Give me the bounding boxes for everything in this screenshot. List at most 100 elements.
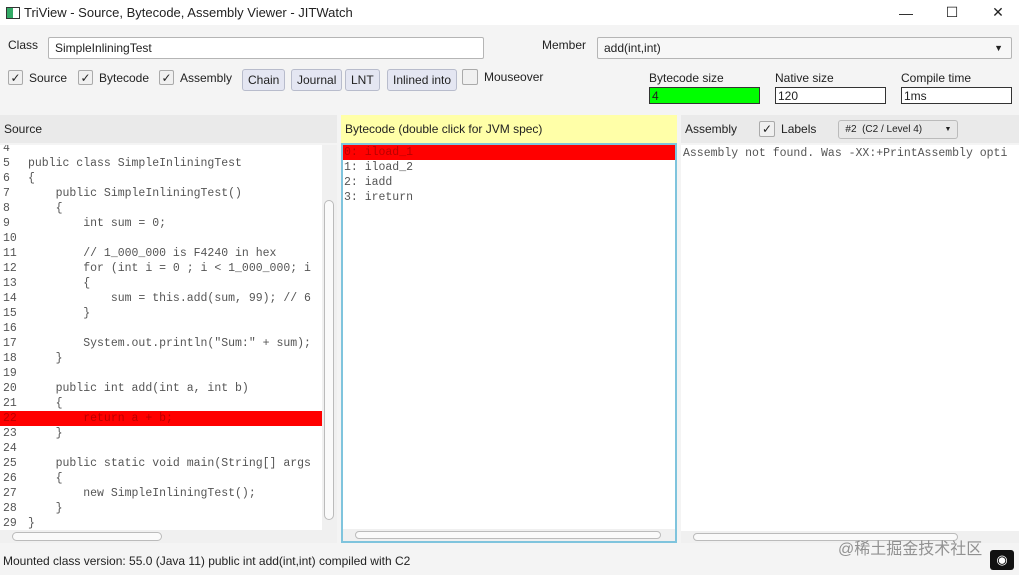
bytecode-instruction[interactable]: 2: iadd [343,175,675,190]
line-text: } [28,352,63,365]
chevron-down-icon: ▼ [994,43,1003,53]
source-line[interactable]: 27 new SimpleInliningTest(); [0,486,322,501]
checkbox-check-icon[interactable]: ✓ [159,70,174,85]
source-line[interactable]: 19 [0,366,322,381]
assembly-toggle[interactable]: ✓ Assembly [159,70,232,85]
assembly-pane[interactable]: Assembly not found. Was -XX:+PrintAssemb… [681,145,1019,543]
source-vertical-scrollbar[interactable] [322,145,337,530]
line-text: public class SimpleInliningTest [28,157,242,170]
source-line[interactable]: 25 public static void main(String[] args [0,456,322,471]
checkbox-icon[interactable] [462,69,478,85]
line-number: 19 [3,367,17,380]
compilation-value: #2 (C2 / Level 4) [845,123,923,135]
source-line[interactable]: 6{ [0,171,322,186]
source-line[interactable]: 17 System.out.println("Sum:" + sum); [0,336,322,351]
maximize-button[interactable]: ☐ [929,0,975,25]
line-number: 25 [3,457,17,470]
source-line[interactable]: 21 { [0,396,322,411]
line-text: sum = this.add(sum, 99); // 6 [28,292,311,305]
inlined-into-button[interactable]: Inlined into [387,69,458,91]
bytecode-pane[interactable]: 0: iload_1 1: iload_2 2: iadd 3: ireturn [341,143,677,543]
assembly-header: Assembly ✓ Labels #2 (C2 / Level 4) ▼ [681,115,1019,143]
line-text: public SimpleInliningTest() [28,187,242,200]
scrollbar-thumb[interactable] [12,532,162,541]
source-line[interactable]: 10 [0,231,322,246]
line-number: 17 [3,337,17,350]
line-number: 18 [3,352,17,365]
labels-checkbox[interactable]: ✓ [759,121,776,137]
source-line[interactable]: 12 for (int i = 0 ; i < 1_000_000; i [0,261,322,276]
source-line[interactable]: 22 return a + b; [0,411,322,426]
bytecode-horizontal-scrollbar[interactable] [343,529,675,541]
source-line[interactable]: 14 sum = this.add(sum, 99); // 6 [0,291,322,306]
source-line[interactable]: 20 public int add(int a, int b) [0,381,322,396]
bytecode-instruction[interactable]: 0: iload_1 [343,145,675,160]
compilation-select[interactable]: #2 (C2 / Level 4) ▼ [838,119,959,139]
source-line[interactable]: 16 [0,321,322,336]
source-line[interactable]: 28 } [0,501,322,516]
close-button[interactable]: ✕ [975,0,1019,25]
lnt-button[interactable]: LNT [345,69,380,91]
line-number: 15 [3,307,17,320]
source-toggle[interactable]: ✓ Source [8,70,67,85]
bytecode-instruction[interactable]: 1: iload_2 [343,160,675,175]
source-line[interactable]: 5 public class SimpleInliningTest [0,156,322,171]
line-number: 7 [3,187,10,200]
source-line[interactable]: 29} [0,516,322,530]
checkbox-check-icon[interactable]: ✓ [78,70,93,85]
minimize-button[interactable]: — [883,0,929,25]
line-text: int sum = 0; [28,217,167,230]
line-text: { [28,472,63,485]
source-header: Source [0,115,337,143]
source-line[interactable]: 11 // 1_000_000 is F4240 in hex [0,246,322,261]
line-number: 8 [3,202,10,215]
bytecode-toggle-label: Bytecode [99,70,150,85]
watermark: @稀土掘金技术社区 [838,541,983,558]
line-text: public int add(int a, int b) [28,382,249,395]
line-text: { [28,202,63,215]
checkbox-check-icon[interactable]: ✓ [8,70,23,85]
source-line[interactable]: 13 { [0,276,322,291]
camera-icon[interactable]: ◉ [990,550,1014,570]
source-horizontal-scrollbar[interactable] [0,530,337,543]
member-value: add(int,int) [604,41,661,55]
source-line[interactable]: 9 int sum = 0; [0,216,322,231]
source-line[interactable]: 26 { [0,471,322,486]
source-line[interactable]: 8 { [0,201,322,216]
source-pane[interactable]: 4 5 public class SimpleInliningTest 6{7 pub… [0,145,322,530]
chevron-down-icon: ▼ [944,125,952,133]
bytecode-instruction[interactable]: 3: ireturn [343,190,675,205]
source-line[interactable]: 24 [0,441,322,456]
title-bar: TriView - Source, Bytecode, Assembly Vie… [0,0,1019,25]
source-line[interactable]: 18 } [0,351,322,366]
line-number: 4 [3,145,10,155]
bytecode-toggle[interactable]: ✓ Bytecode [78,70,149,85]
member-select[interactable]: add(int,int) ▼ [597,37,1012,59]
line-number: 12 [3,262,17,275]
journal-button[interactable]: Journal [291,69,343,91]
bytecode-size-value: 4 [649,87,760,104]
assembly-toggle-label: Assembly [180,70,233,85]
line-text: } [28,427,63,440]
source-line[interactable]: 15 } [0,306,322,321]
window-title: TriView - Source, Bytecode, Assembly Vie… [24,5,353,20]
line-number: 24 [3,442,17,455]
line-number: 10 [3,232,17,245]
scrollbar-thumb[interactable] [324,200,334,520]
line-text: { [28,397,63,410]
scrollbar-thumb[interactable] [355,531,661,539]
source-line[interactable]: 4 [0,145,322,156]
app-icon [6,6,20,19]
chain-button[interactable]: Chain [242,69,286,91]
line-number: 28 [3,502,17,515]
class-input[interactable]: SimpleInliningTest [48,37,484,59]
source-line[interactable]: 7 public SimpleInliningTest() [0,186,322,201]
line-number: 26 [3,472,17,485]
line-text: for (int i = 0 ; i < 1_000_000; i [28,262,311,275]
mouseover-toggle[interactable]: Mouseover [462,69,543,85]
line-text: } [28,307,91,320]
native-size-label: Native size [775,71,834,85]
assembly-message: Assembly not found. Was -XX:+PrintAssemb… [683,147,1008,160]
member-label: Member [542,38,587,52]
source-line[interactable]: 23 } [0,426,322,441]
